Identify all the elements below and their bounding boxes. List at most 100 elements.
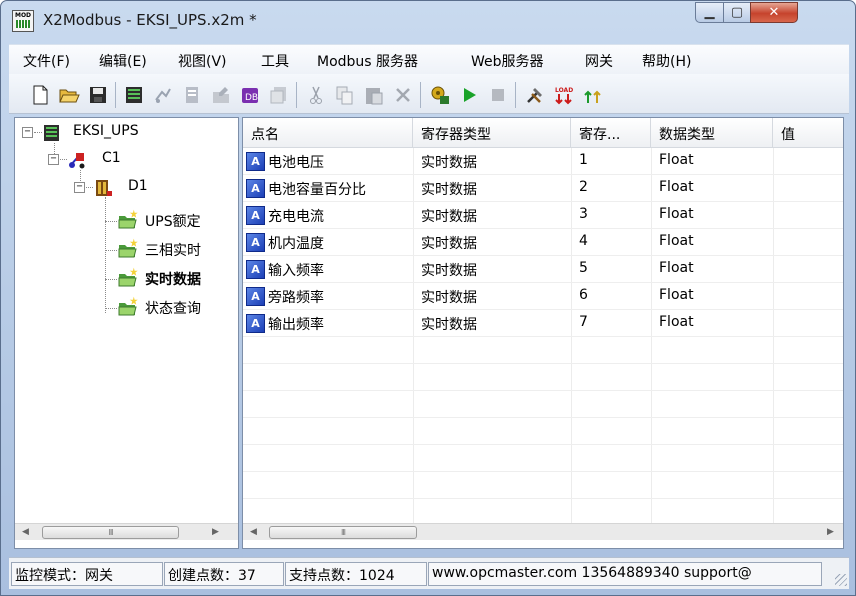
- list-horizontal-scrollbar[interactable]: ◀ III ▶: [243, 523, 843, 540]
- cell-point-name: 输出频率: [268, 317, 324, 333]
- scroll-left-icon[interactable]: ◀: [245, 524, 262, 540]
- app-window: MOD X2Modbus - EKSI_UPS.x2m * ▁ ▢ ✕ 文件(F…: [0, 0, 856, 596]
- tools-icon[interactable]: [524, 84, 546, 106]
- tree-expander-device[interactable]: −: [74, 182, 85, 193]
- cell-point-name: 充电电流: [268, 209, 324, 225]
- cell-data-type: Float: [659, 233, 694, 249]
- stop-icon[interactable]: [487, 84, 509, 106]
- new-file-icon[interactable]: [29, 84, 51, 106]
- group-folder-icon: [117, 266, 139, 292]
- run-icon[interactable]: [458, 84, 480, 106]
- cell-register-type: 实时数据: [421, 155, 477, 171]
- title-bar[interactable]: MOD X2Modbus - EKSI_UPS.x2m * ▁ ▢ ✕: [1, 1, 855, 41]
- tree-group-label-selected[interactable]: 实时数据: [145, 269, 201, 289]
- column-header-name[interactable]: 点名: [243, 118, 413, 148]
- menu-view[interactable]: 视图(V): [178, 51, 227, 71]
- cell-register: 3: [579, 206, 588, 222]
- tree-panel: − EKSI_UPS − C1 − D1 UPS额定 三相实时 实时数据 状态查…: [14, 117, 239, 549]
- add-group-icon[interactable]: [181, 84, 203, 106]
- cell-register: 4: [579, 233, 588, 249]
- cell-data-type: Float: [659, 206, 694, 222]
- tree-expander-root[interactable]: −: [22, 127, 33, 138]
- cell-data-type: Float: [659, 287, 694, 303]
- app-icon: MOD: [12, 10, 34, 32]
- tree-channel-label[interactable]: C1: [102, 150, 121, 166]
- copy-icon[interactable]: [334, 84, 356, 106]
- empty-row: [243, 364, 843, 391]
- paste-icon[interactable]: [363, 84, 385, 106]
- tag-icon: A: [246, 179, 265, 198]
- status-mode: 监控模式：网关: [11, 562, 163, 586]
- scroll-left-icon[interactable]: ◀: [17, 524, 34, 540]
- scroll-right-icon[interactable]: ▶: [207, 524, 224, 540]
- configure-icon[interactable]: [429, 84, 451, 106]
- menu-edit[interactable]: 编辑(E): [99, 51, 147, 71]
- tag-icon: A: [246, 287, 265, 306]
- save-icon[interactable]: [87, 84, 109, 106]
- scroll-right-icon[interactable]: ▶: [822, 524, 839, 540]
- close-button[interactable]: ✕: [750, 2, 798, 23]
- table-row[interactable]: A 机内温度 实时数据 4 Float: [243, 229, 843, 256]
- delete-icon[interactable]: [392, 84, 414, 106]
- app-icon-text: MOD: [14, 12, 32, 19]
- scroll-thumb[interactable]: III: [42, 526, 179, 539]
- cell-data-type: Float: [659, 314, 694, 330]
- status-supported-count: 支持点数：1024: [285, 562, 427, 586]
- column-header-register[interactable]: 寄存...: [571, 118, 651, 148]
- menu-tools[interactable]: 工具: [261, 51, 289, 71]
- tree-expander-channel[interactable]: −: [48, 154, 59, 165]
- menu-help[interactable]: 帮助(H): [642, 51, 691, 71]
- group-folder-icon: [117, 295, 139, 321]
- tree-group-label[interactable]: 三相实时: [145, 240, 201, 260]
- table-row[interactable]: A 电池容量百分比 实时数据 2 Float: [243, 175, 843, 202]
- tree-group-label[interactable]: UPS额定: [145, 211, 201, 231]
- table-row[interactable]: A 旁路频率 实时数据 6 Float: [243, 283, 843, 310]
- tag-icon: A: [246, 152, 265, 171]
- resize-grip-icon[interactable]: [835, 574, 847, 586]
- minimize-button[interactable]: ▁: [695, 2, 724, 23]
- table-row[interactable]: A 输出频率 实时数据 7 Float: [243, 310, 843, 337]
- cell-point-name: 机内温度: [268, 236, 324, 252]
- table-row[interactable]: A 充电电流 实时数据 3 Float: [243, 202, 843, 229]
- channel-icon: [67, 150, 87, 174]
- cut-icon[interactable]: [305, 84, 327, 106]
- svg-text:LOAD: LOAD: [555, 87, 573, 94]
- add-device-icon[interactable]: [152, 84, 174, 106]
- properties-icon[interactable]: [210, 84, 232, 106]
- cell-point-name: 电池容量百分比: [268, 182, 366, 198]
- menu-web-server[interactable]: Web服务器: [471, 51, 544, 71]
- column-header-value[interactable]: 值: [773, 118, 843, 148]
- cell-point-name: 输入频率: [268, 263, 324, 279]
- tree-device-label[interactable]: D1: [128, 178, 148, 194]
- tree-group-label[interactable]: 状态查询: [145, 298, 201, 318]
- cell-register-type: 实时数据: [421, 263, 477, 279]
- tree-root-label[interactable]: EKSI_UPS: [73, 123, 139, 139]
- table-row[interactable]: A 电池电压 实时数据 1 Float: [243, 148, 843, 175]
- load-icon[interactable]: LOAD: [553, 84, 575, 106]
- menu-gateway[interactable]: 网关: [585, 51, 613, 71]
- empty-row: [243, 418, 843, 445]
- tree-horizontal-scrollbar[interactable]: ◀ III ▶: [15, 523, 238, 540]
- column-header-data-type[interactable]: 数据类型: [651, 118, 773, 148]
- cell-register: 2: [579, 179, 588, 195]
- add-channel-icon[interactable]: [123, 84, 145, 106]
- tag-list-panel: 点名 寄存器类型 寄存... 数据类型 值 A 电池电压 实时数据 1 Float A 电池…: [242, 117, 844, 549]
- open-folder-icon[interactable]: [58, 84, 80, 106]
- empty-row: [243, 391, 843, 418]
- menu-modbus-server[interactable]: Modbus 服务器: [317, 51, 418, 71]
- tag-icon: A: [246, 314, 265, 333]
- cell-register-type: 实时数据: [421, 209, 477, 225]
- tag-icon: A: [246, 206, 265, 225]
- update-icon[interactable]: [582, 84, 604, 106]
- menu-file[interactable]: 文件(F): [23, 51, 70, 71]
- table-row[interactable]: A 输入频率 实时数据 5 Float: [243, 256, 843, 283]
- group-folder-icon: [117, 208, 139, 234]
- database-icon[interactable]: DB: [239, 84, 261, 106]
- minimize-icon: ▁: [704, 5, 715, 20]
- cell-register: 1: [579, 152, 588, 168]
- close-icon: ✕: [768, 5, 780, 20]
- maximize-button[interactable]: ▢: [723, 2, 751, 23]
- column-header-register-type[interactable]: 寄存器类型: [413, 118, 571, 148]
- copy-properties-icon[interactable]: [268, 84, 290, 106]
- scroll-thumb[interactable]: III: [269, 526, 417, 539]
